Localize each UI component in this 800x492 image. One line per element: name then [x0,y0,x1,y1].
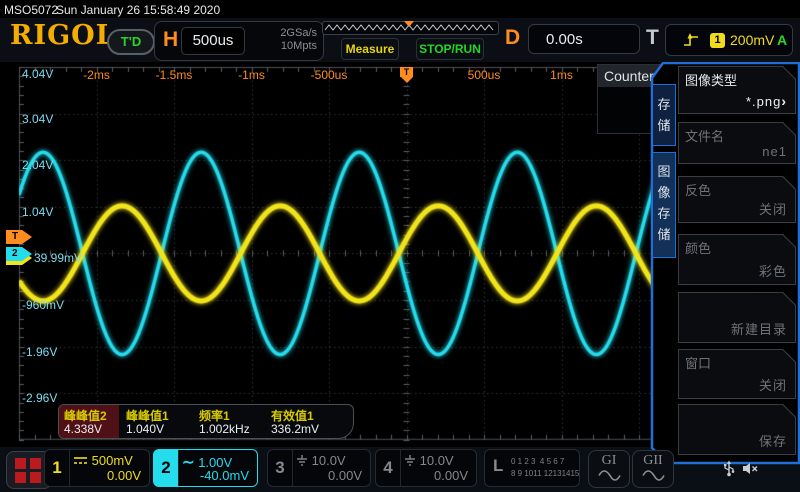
menu-label: 颜色 [685,238,711,257]
rigol-logo: RIGOL [10,20,116,51]
channel3-number: 3 [268,450,293,486]
usb-icon [722,460,736,482]
grid-icon [30,458,41,469]
memory-depth: 10Mpts [281,40,317,52]
menu-value: 关闭 [759,199,787,218]
timebase-value[interactable]: 500us [181,27,245,55]
channel2-number: 2 [154,450,179,486]
menu-value-text: *.png [746,94,781,109]
oscilloscope-screen: -2ms-1.5ms-1ms-500us500us1ms4.04V3.04V2.… [0,0,800,492]
menu-item-invert[interactable]: 反色 关闭 [678,176,796,223]
rising-edge-icon [683,32,700,47]
gen1-button[interactable]: GI [588,450,630,488]
acquisition-info: 2GSa/s 10Mpts [280,27,317,53]
menu-label: 图像类型 [685,70,737,89]
menu-label: 文件名 [685,126,724,145]
trigger-key: T [646,26,659,50]
delay-value[interactable]: 0.00s [528,24,640,54]
channel4-scale-value: 10.0V [420,453,454,468]
dc-coupling-icon [73,456,88,466]
gen2-button[interactable]: GII [632,450,674,488]
logic-label: L [493,456,503,476]
menu-label: 窗口 [685,353,711,372]
menu-value: ne1 [762,144,787,159]
speaker-muted-icon [742,462,759,480]
menu-item-new-directory[interactable]: 新建目录 [678,292,796,343]
menu-item-image-type[interactable]: 图像类型 *.png› [678,66,796,114]
ground-coupling-icon [296,455,308,466]
menu-item-save[interactable]: 保存 [678,404,796,455]
model-name: MSO5072 [4,3,58,17]
horizontal-settings[interactable]: H 500us 2GSa/s 10Mpts [154,21,324,61]
logic-row1: 0 1 2 3 4 5 6 7 [511,457,564,466]
channel2-offset: -40.0mV [200,468,249,483]
menu-value: *.png› [746,93,787,109]
channel4-scale: 10.0V [404,453,454,468]
horizontal-key: H [163,28,178,52]
channel1-scale: 500mV [73,453,133,468]
channel1-status[interactable]: 1 500mV 0.00V [44,449,150,487]
trigger-level-value: 200mV [730,32,774,48]
menu-item-window[interactable]: 窗口 关闭 [678,349,796,399]
channel3-status[interactable]: 3 10.0V 0.00V [267,449,371,487]
ac-coupling-icon: ∼ [182,454,195,471]
trigger-source-badge: 1 [710,33,725,48]
channel4-offset: 0.00V [434,468,468,483]
trigger-sweep-mode: A [777,32,787,48]
gen2-label: GII [633,453,673,468]
meas-value-vpp1: 1.040V [126,422,164,436]
grid-icon [15,458,26,469]
grid-icon [15,472,26,483]
trigger-position-indicator [404,21,414,27]
sine-icon [597,470,621,481]
channel3-scale: 10.0V [296,453,346,468]
memory-position-strip[interactable] [322,21,499,35]
delay-key: D [505,26,520,50]
menu-value: 保存 [759,431,787,450]
chevron-right-icon: › [781,93,787,109]
channel1-scale-value: 500mV [92,453,133,468]
channel1-offset: 0.00V [107,468,141,483]
datetime: Sun January 26 15:58:49 2020 [56,3,220,17]
measure-button[interactable]: Measure [341,38,399,60]
menu-item-file-name[interactable]: 文件名 ne1 [678,122,796,164]
tab-storage[interactable]: 存储 [652,84,676,146]
stop-run-button[interactable]: STOP/RUN [416,38,484,60]
menu-value: 关闭 [759,375,787,394]
channel2-status[interactable]: 2 ∼ 1.00V -40.0mV [153,449,258,487]
menu-item-color[interactable]: 颜色 彩色 [678,234,796,285]
menu-label: 反色 [685,180,711,199]
measurement-panel: 峰峰值2 4.338V 峰峰值1 1.040V 频率1 1.002kHz 有效值… [58,404,354,439]
tab-image-storage[interactable]: 图像存储 [652,152,676,258]
grid-icon [30,472,41,483]
channel3-offset: 0.00V [328,468,362,483]
window-titlebar: MSO5072 Sun January 26 15:58:49 2020 [0,0,800,18]
channel4-number: 4 [376,450,401,486]
sample-rate: 2GSa/s [280,27,317,39]
meas-value-vrms1: 336.2mV [271,422,319,436]
sine-icon [641,470,665,481]
gen1-label: GI [589,453,629,468]
logic-channels-status[interactable]: L 0 1 2 3 4 5 6 7 8 9 1011 12131415 [484,449,580,487]
trigger-position-marker[interactable]: T [400,67,413,77]
meas-value-freq1: 1.002kHz [199,422,250,436]
logic-row2: 8 9 1011 12131415 [511,469,579,478]
channel3-scale-value: 10.0V [312,453,346,468]
channel1-number: 1 [45,450,70,486]
menu-value: 新建目录 [731,319,787,338]
channel4-status[interactable]: 4 10.0V 0.00V [375,449,477,487]
meas-value-vpp2: 4.338V [64,422,102,436]
trigger-settings[interactable]: 1 200mV A [665,24,793,56]
ground-coupling-icon [404,455,416,466]
logic-channel-numbers: 0 1 2 3 4 5 6 7 8 9 1011 12131415 [511,456,579,480]
header-bar: RIGOL T'D H 500us 2GSa/s 10Mpts Measure … [0,18,800,62]
trigger-status-badge: T'D [107,29,155,55]
menu-value: 彩色 [759,261,787,280]
